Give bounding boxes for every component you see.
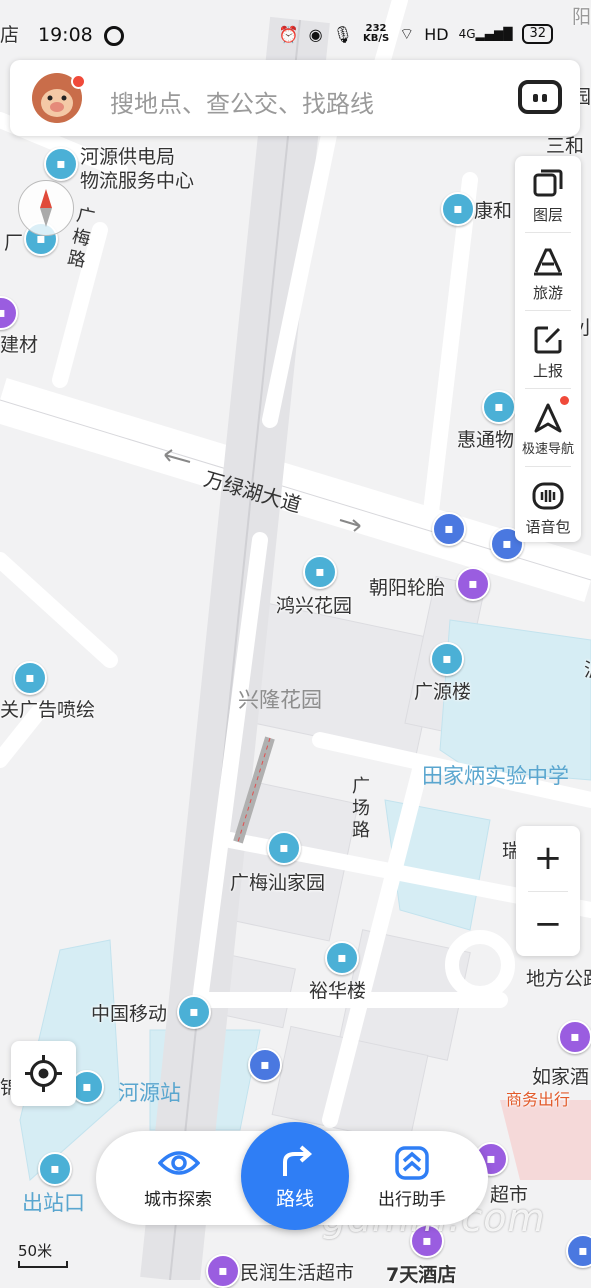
- location-icon: ◉: [308, 24, 323, 44]
- app-notification-icon: [104, 26, 124, 46]
- map-tools-panel: 图层 旅游 上报 极速导航 语音包: [515, 156, 581, 542]
- road-label-guangchang: 广场路: [352, 776, 370, 841]
- map-label-minrun[interactable]: 民润生活超市: [240, 1258, 354, 1285]
- battery-icon: 32: [522, 24, 553, 44]
- travel-icon: [534, 248, 562, 276]
- map-label-yuhua[interactable]: 裕华楼: [309, 976, 366, 1003]
- travel-assistant-label: 出行助手: [378, 1190, 446, 1210]
- map-label-difanggong[interactable]: 地方公路: [526, 964, 591, 991]
- status-right: ⏰ ◉ 🎙 232 KB/S ⌔ HD 4G▂▄▆█ 32: [279, 24, 553, 44]
- search-input[interactable]: 搜地点、查公交、找路线: [110, 84, 374, 119]
- map-label-exit[interactable]: 出站口: [22, 1187, 85, 1217]
- poi-pin-minrun[interactable]: ▪: [206, 1254, 240, 1288]
- map-label-jiang: 泸: [584, 655, 591, 682]
- poi-pin-exit[interactable]: ▪: [38, 1152, 72, 1186]
- crosshair-icon: [25, 1055, 62, 1092]
- tool-label: 语音包: [525, 518, 571, 536]
- map-label-shangwu: 商务出行: [506, 1090, 571, 1109]
- city-explore-button[interactable]: 城市探索: [118, 1131, 238, 1225]
- map-label-power-1[interactable]: 河源供电局: [80, 142, 175, 169]
- tool-navigation[interactable]: 极速导航: [515, 390, 581, 466]
- zoom-in-button[interactable]: +: [516, 826, 580, 890]
- map-scale: 50米: [18, 1240, 68, 1268]
- layers-icon: [533, 169, 563, 197]
- poi-pin-guanggao[interactable]: ▪: [13, 661, 47, 695]
- net-speed: 232 KB/S: [362, 23, 390, 44]
- scale-bar: [18, 1261, 68, 1268]
- tool-report[interactable]: 上报: [515, 312, 581, 388]
- status-bar: 19:08 ⏰ ◉ 🎙 232 KB/S ⌔ HD 4G▂▄▆█ 32: [0, 16, 591, 56]
- assistant-icon: [395, 1146, 429, 1180]
- route-arrow-icon: [283, 1145, 313, 1176]
- mic-icon: 🎙: [332, 24, 353, 44]
- locate-button[interactable]: [11, 1041, 76, 1106]
- eye-icon: [158, 1151, 200, 1175]
- map-label-hongxing[interactable]: 鸿兴花园: [276, 591, 352, 618]
- wifi-icon: ⌔: [399, 24, 415, 43]
- map-label-tianjiabing[interactable]: 田家炳实验中学: [422, 760, 569, 790]
- map-label-kanghe[interactable]: 康和: [474, 196, 512, 223]
- travel-assistant-button[interactable]: 出行助手: [352, 1131, 472, 1225]
- poi-pin-guangmeishan[interactable]: ▪: [267, 831, 301, 865]
- poi-pin-huitong[interactable]: ▪: [482, 390, 516, 424]
- search-bar[interactable]: 搜地点、查公交、找路线: [10, 60, 580, 136]
- city-explore-label: 城市探索: [144, 1190, 212, 1210]
- zoom-out-button[interactable]: −: [516, 892, 580, 956]
- signal-icon: 4G▂▄▆█: [458, 27, 513, 41]
- map-label-qitian[interactable]: 7天酒店: [386, 1260, 456, 1287]
- map-label-guangmeishan[interactable]: 广梅汕家园: [230, 868, 325, 895]
- voice-assistant-icon[interactable]: [518, 80, 562, 114]
- tool-travel[interactable]: 旅游: [515, 234, 581, 310]
- map-label-chaoyang[interactable]: 朝阳轮胎: [369, 573, 445, 600]
- poi-pin-hongxing[interactable]: ▪: [303, 555, 337, 589]
- notification-dot: [560, 396, 569, 405]
- report-icon: [534, 326, 562, 354]
- hd-badge: HD: [424, 24, 449, 44]
- alarm-icon: ⏰: [278, 24, 299, 44]
- map-label-zhongguoyidong[interactable]: 中国移动: [91, 999, 167, 1026]
- bus-stop-icon[interactable]: ▪: [248, 1048, 282, 1082]
- map-label-rujia[interactable]: 如家酒: [532, 1062, 589, 1089]
- poi-pin-kanghe[interactable]: ▪: [441, 192, 475, 226]
- tool-label: 图层: [532, 206, 563, 224]
- compass-icon[interactable]: [18, 180, 74, 236]
- tool-label: 极速导航: [521, 442, 574, 457]
- route-button[interactable]: 路线: [241, 1122, 349, 1230]
- tool-voice-pack[interactable]: 语音包: [515, 468, 581, 544]
- tool-layers[interactable]: 图层: [515, 156, 581, 232]
- notification-dot: [71, 74, 86, 89]
- map-label-power-2[interactable]: 物流服务中心: [80, 166, 194, 193]
- poi-pin-power[interactable]: ▪: [44, 147, 78, 181]
- poi-pin-rujia[interactable]: ▪: [558, 1020, 591, 1054]
- map-label-guanggao[interactable]: 关广告喷绘: [0, 695, 95, 722]
- poi-pin-guangyuan[interactable]: ▪: [430, 642, 464, 676]
- poi-pin-yuhua[interactable]: ▪: [325, 941, 359, 975]
- map-label-guangyuan[interactable]: 广源楼: [414, 677, 471, 704]
- scale-label: 50米: [18, 1242, 53, 1260]
- navigation-icon: [534, 403, 562, 433]
- poi-pin-chaoyang[interactable]: ▪: [456, 567, 490, 601]
- status-time: 19:08: [38, 24, 93, 46]
- map-label-huitong[interactable]: 惠通物: [457, 425, 514, 452]
- route-label: 路线: [275, 1188, 314, 1210]
- map-label-heyuan-station[interactable]: 河源站: [118, 1077, 181, 1107]
- map-label-jiancai[interactable]: 建材: [0, 330, 38, 357]
- bus-stop-icon[interactable]: ▪: [432, 512, 466, 546]
- tool-label: 上报: [532, 362, 563, 380]
- tool-label: 旅游: [532, 284, 563, 302]
- map-label-xinglong[interactable]: 兴隆花园: [238, 684, 322, 714]
- poi-pin-zhongguoyidong[interactable]: ▪: [177, 995, 211, 1029]
- voice-pack-icon: [532, 482, 564, 510]
- zoom-control: + −: [516, 826, 580, 956]
